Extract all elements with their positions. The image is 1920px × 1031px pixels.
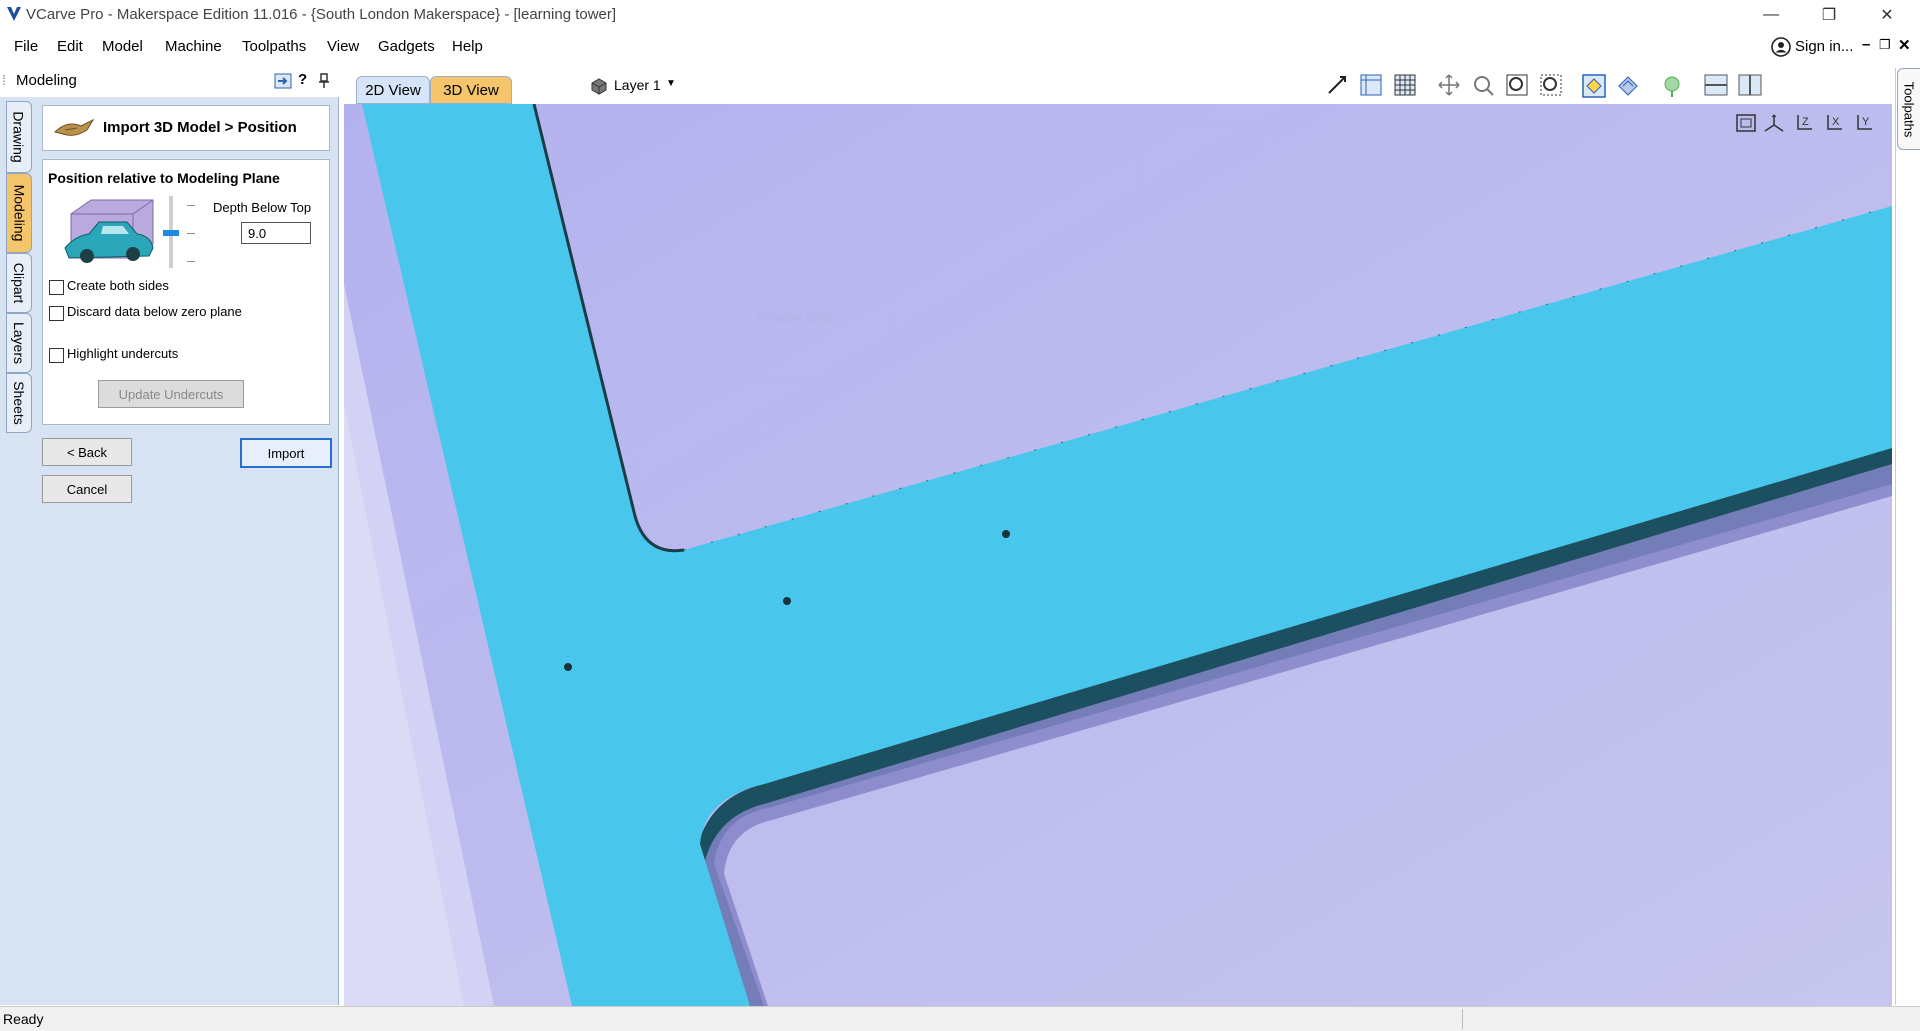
close-button[interactable]: ✕ [1858, 0, 1916, 30]
svg-text:X: X [1832, 116, 1840, 128]
create-both-sides-checkbox[interactable] [49, 280, 64, 295]
grid-icon[interactable] [1394, 74, 1416, 96]
model-render [344, 104, 1892, 1006]
zoom-extents-icon[interactable] [1506, 74, 1528, 96]
discard-data-label: Discard data below zero plane [67, 304, 242, 319]
title-bar: VCarve Pro - Makerspace Edition 11.016 -… [0, 0, 1920, 30]
depth-label: Depth Below Top [213, 200, 312, 215]
model-preview-icon [64, 199, 154, 263]
app-logo-icon [7, 7, 21, 21]
position-section: Position relative to Modeling Plane Dept… [42, 159, 330, 425]
sign-in-link[interactable]: Sign in... [1795, 38, 1853, 55]
back-button[interactable]: < Back [42, 438, 132, 466]
front-view-icon[interactable]: X [1822, 113, 1846, 133]
rulers-icon[interactable] [1360, 74, 1382, 96]
tab-drawing-label: Drawing [11, 111, 28, 163]
toolpath-shade-icon[interactable] [1616, 74, 1640, 98]
dialog-header-box: Import 3D Model > Position [42, 105, 330, 151]
render-icon[interactable] [1660, 74, 1684, 98]
depth-slider-thumb[interactable] [163, 230, 179, 236]
discard-data-checkbox[interactable] [49, 306, 64, 321]
window-title: VCarve Pro - Makerspace Edition 11.016 -… [26, 6, 617, 23]
menu-edit[interactable]: Edit [57, 38, 83, 55]
pan-icon[interactable] [1438, 74, 1460, 96]
menu-view[interactable]: View [327, 38, 359, 55]
slider-tick [187, 261, 195, 262]
panel-header: ⁞ Modeling ? [0, 68, 340, 96]
model-shade-icon[interactable] [1582, 74, 1606, 98]
help-button[interactable]: ? [298, 71, 307, 88]
panel-title: Modeling [16, 72, 77, 89]
restore-button[interactable]: ❐ [1800, 0, 1858, 30]
left-tab-strip: Drawing Modeling Clipart Layers Sheets [0, 97, 34, 1005]
top-view-icon[interactable]: Z [1792, 113, 1816, 133]
dialog-header-title: Import 3D Model > Position [103, 119, 297, 136]
eagle-icon [54, 118, 95, 136]
menu-bar: File Edit Model Machine Toolpaths View G… [0, 30, 1920, 64]
cancel-button[interactable]: Cancel [42, 475, 132, 503]
tab-layers[interactable]: Layers [6, 313, 32, 373]
svg-text:Y: Y [1862, 116, 1870, 128]
side-view-icon[interactable]: Y [1852, 113, 1876, 133]
split-vertical-icon[interactable] [1738, 74, 1762, 96]
3d-viewport[interactable]: Window Snip [344, 104, 1892, 1006]
import-model-panel: Import 3D Model > Position Position rela… [34, 97, 339, 1005]
tab-clipart[interactable]: Clipart [6, 253, 32, 313]
tab-modeling-label: Modeling [11, 184, 28, 242]
layer-selector[interactable]: Layer 1 [614, 77, 661, 93]
tab-toolpaths[interactable]: Toolpaths [1897, 68, 1920, 150]
auto-close-icon[interactable] [274, 73, 292, 89]
zoom-selection-icon[interactable] [1540, 74, 1562, 96]
tab-layers-label: Layers [11, 321, 27, 365]
tab-drawing[interactable]: Drawing [6, 101, 32, 173]
status-divider [1462, 1009, 1463, 1029]
update-undercuts-button[interactable]: Update Undercuts [98, 380, 244, 408]
tab-sheets-label: Sheets [11, 381, 27, 425]
slider-tick [187, 233, 195, 234]
layer-icon [591, 78, 607, 95]
depth-input[interactable]: 9.0 [241, 222, 311, 244]
mdi-restore-button[interactable]: ❐ [1879, 37, 1891, 53]
zoom-fit-icon[interactable] [1735, 113, 1757, 133]
snip-watermark: Window Snip [756, 310, 832, 325]
create-both-sides-label: Create both sides [67, 278, 169, 293]
menu-gadgets[interactable]: Gadgets [378, 38, 435, 55]
menu-help[interactable]: Help [452, 38, 483, 55]
tab-2d-view[interactable]: 2D View [356, 76, 430, 104]
mdi-minimize-button[interactable]: – [1862, 36, 1870, 53]
measure-icon[interactable] [1326, 74, 1348, 96]
panel-grip: ⁞ [2, 72, 6, 88]
svg-text:Z: Z [1802, 116, 1809, 128]
tab-sheets[interactable]: Sheets [6, 373, 32, 433]
menu-model[interactable]: Model [102, 38, 143, 55]
menu-toolpaths[interactable]: Toolpaths [242, 38, 306, 55]
highlight-undercuts-checkbox[interactable] [49, 348, 64, 363]
tab-3d-view[interactable]: 3D View [430, 76, 512, 104]
status-text: Ready [3, 1011, 44, 1027]
menu-file[interactable]: File [14, 38, 38, 55]
mdi-close-button[interactable]: ✕ [1898, 36, 1911, 54]
iso-view-icon[interactable] [1762, 113, 1786, 133]
zoom-icon[interactable] [1472, 74, 1494, 96]
user-icon[interactable] [1771, 37, 1791, 57]
section-title: Position relative to Modeling Plane [48, 170, 280, 186]
split-horizontal-icon[interactable] [1704, 74, 1728, 96]
pin-icon[interactable] [318, 73, 330, 89]
import-button[interactable]: Import [240, 438, 332, 468]
chevron-down-icon[interactable]: ▼ [666, 78, 676, 89]
menu-machine[interactable]: Machine [165, 38, 222, 55]
slider-tick [187, 205, 195, 206]
highlight-undercuts-label: Highlight undercuts [67, 346, 179, 361]
status-bar: Ready [0, 1006, 1920, 1031]
tab-toolpaths-label: Toolpaths [1901, 81, 1917, 137]
minimize-button[interactable]: — [1742, 0, 1800, 30]
tab-modeling[interactable]: Modeling [6, 173, 32, 253]
tab-clipart-label: Clipart [11, 262, 27, 304]
right-tab-strip: Toolpaths [1895, 68, 1920, 1005]
